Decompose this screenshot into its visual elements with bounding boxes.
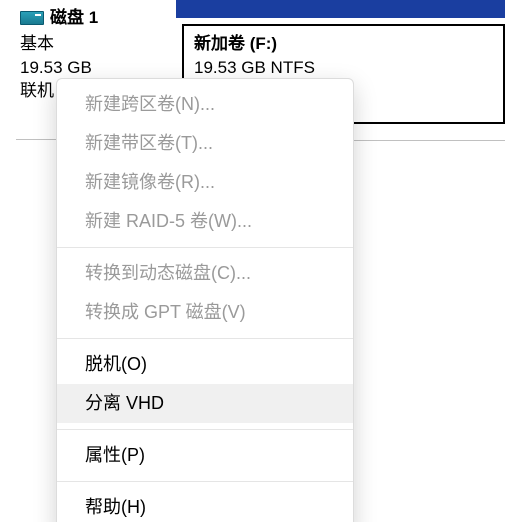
menu-detach-vhd[interactable]: 分离 VHD [57,384,353,423]
volume-details: 19.53 GB NTFS [194,56,493,80]
disk-capacity: 19.53 GB [20,56,172,80]
menu-separator [57,338,353,339]
menu-offline[interactable]: 脱机(O) [57,345,353,384]
disk-title-row: 磁盘 1 [20,6,172,30]
menu-separator [57,247,353,248]
disk-icon [20,11,44,25]
menu-properties[interactable]: 属性(P) [57,436,353,475]
disk-context-menu: 新建跨区卷(N)... 新建带区卷(T)... 新建镜像卷(R)... 新建 R… [56,78,354,522]
disk-management-window: 磁盘 1 基本 19.53 GB 联机 新加卷 (F:) 19.53 GB NT… [0,0,513,522]
menu-new-mirrored-volume[interactable]: 新建镜像卷(R)... [57,163,353,202]
volume-header-bar [176,0,505,18]
disk-type: 基本 [20,32,172,56]
menu-separator [57,481,353,482]
menu-help[interactable]: 帮助(H) [57,488,353,522]
menu-new-striped-volume[interactable]: 新建带区卷(T)... [57,124,353,163]
volume-name: 新加卷 (F:) [194,32,493,56]
disk-title: 磁盘 1 [50,6,98,30]
menu-new-raid5-volume[interactable]: 新建 RAID-5 卷(W)... [57,202,353,241]
menu-convert-dynamic-disk[interactable]: 转换到动态磁盘(C)... [57,254,353,293]
menu-separator [57,429,353,430]
menu-convert-gpt-disk[interactable]: 转换成 GPT 磁盘(V) [57,293,353,332]
menu-new-spanned-volume[interactable]: 新建跨区卷(N)... [57,85,353,124]
